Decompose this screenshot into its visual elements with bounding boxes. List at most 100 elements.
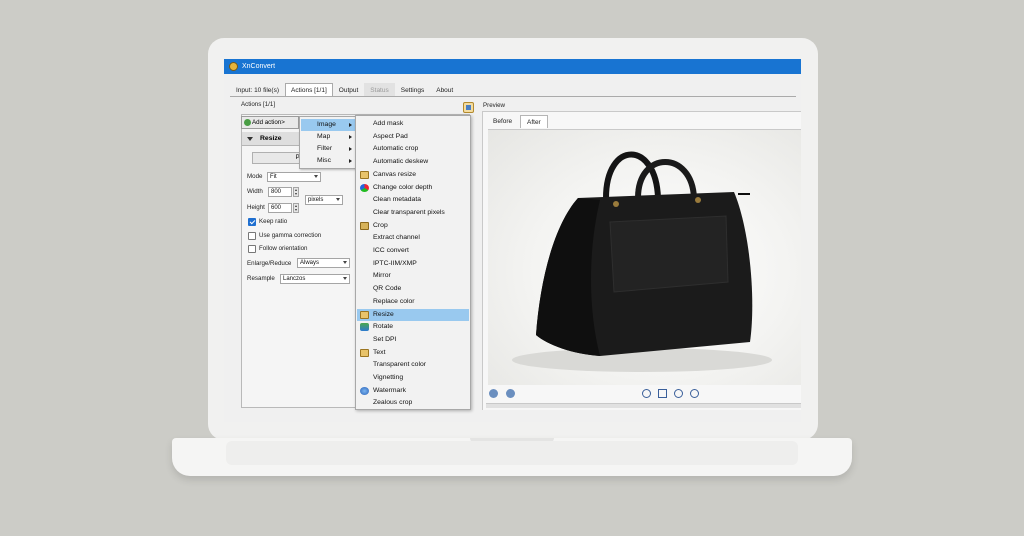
mode-value: Fit (270, 174, 277, 180)
submenu-item-clear-transparent-pixels[interactable]: Clear transparent pixels (357, 207, 469, 220)
unit-value: pixels (308, 197, 324, 203)
color-depth-icon (360, 183, 369, 192)
tab-divider (230, 96, 796, 97)
chevron-right-icon (349, 159, 352, 163)
tab-output[interactable]: Output (333, 83, 365, 97)
submenu-item-add-mask[interactable]: Add mask (357, 118, 469, 131)
image-submenu: Add mask Aspect Pad Automatic crop Autom… (355, 115, 471, 410)
keep-ratio-label: Keep ratio (259, 218, 288, 225)
chevron-right-icon (349, 135, 352, 139)
submenu-item-transparent-color[interactable]: Transparent color (357, 359, 469, 372)
submenu-item-rotate-label: Rotate (373, 323, 394, 331)
gamma-checkbox[interactable] (248, 232, 256, 240)
resample-select[interactable]: Lanczos (280, 274, 350, 284)
resize-action-title: Resize (260, 135, 282, 142)
submenu-item-crop-label: Crop (373, 221, 388, 229)
submenu-item-change-color-depth[interactable]: Change color depth (357, 182, 469, 195)
preview-tab-after[interactable]: After (520, 115, 548, 128)
fit-window-icon[interactable] (658, 389, 667, 398)
submenu-item-qr-code[interactable]: QR Code (357, 283, 469, 296)
submenu-item-resize[interactable]: Resize (357, 308, 469, 322)
menu-item-misc[interactable]: Misc (301, 155, 356, 167)
submenu-item-watermark[interactable]: Watermark (357, 385, 469, 398)
menu-item-filter[interactable]: Filter (301, 143, 356, 155)
title-bar: XnConvert (224, 59, 801, 74)
tab-about[interactable]: About (430, 83, 459, 97)
unit-select[interactable]: pixels (305, 195, 343, 205)
submenu-item-clean-metadata[interactable]: Clean metadata (357, 194, 469, 207)
tab-status[interactable]: Status (364, 83, 395, 97)
submenu-item-automatic-deskew[interactable]: Automatic deskew (357, 156, 469, 169)
keep-ratio-checkbox[interactable] (248, 218, 256, 226)
width-stepper[interactable] (293, 187, 299, 197)
tab-settings[interactable]: Settings (395, 83, 431, 97)
submenu-item-vignetting[interactable]: Vignetting (357, 372, 469, 385)
horizontal-scrollbar[interactable] (486, 403, 801, 408)
orientation-checkbox[interactable] (248, 245, 256, 253)
plus-icon (244, 119, 251, 126)
resize-icon (360, 310, 369, 319)
preview-tab-before[interactable]: Before (487, 115, 518, 128)
submenu-item-aspect-pad[interactable]: Aspect Pad (357, 131, 469, 144)
submenu-item-watermark-label: Watermark (373, 386, 406, 394)
preview-toolbar (486, 387, 801, 401)
enlarge-label: Enlarge/Reduce (247, 260, 292, 267)
arrow-left-icon[interactable] (489, 389, 498, 398)
chevron-down-icon (343, 261, 347, 264)
width-input[interactable]: 800 (268, 187, 292, 197)
mode-select[interactable]: Fit (267, 172, 321, 182)
height-input[interactable]: 600 (268, 203, 292, 213)
crop-icon (360, 221, 369, 230)
canvas-resize-icon (360, 170, 369, 179)
menu-item-image[interactable]: Image (301, 119, 356, 131)
enlarge-value: Always (300, 260, 320, 266)
rotate-icon (360, 323, 369, 332)
menu-item-image-label: Image (317, 121, 336, 128)
enlarge-select[interactable]: Always (297, 258, 350, 268)
height-stepper[interactable] (293, 203, 299, 213)
menu-item-filter-label: Filter (317, 145, 333, 152)
gamma-label: Use gamma correction (259, 232, 322, 239)
submenu-item-crop[interactable]: Crop (357, 220, 469, 233)
submenu-item-zealous-crop[interactable]: Zealous crop (357, 397, 469, 410)
chevron-down-icon (343, 277, 347, 280)
submenu-item-set-dpi[interactable]: Set DPI (357, 334, 469, 347)
tab-actions[interactable]: Actions [1/1] (285, 83, 333, 97)
submenu-item-change-color-depth-label: Change color depth (373, 183, 433, 191)
submenu-item-mirror[interactable]: Mirror (357, 270, 469, 283)
resample-label: Resample (247, 275, 275, 282)
collapse-icon[interactable] (247, 137, 253, 141)
main-tabs: Input: 10 file(s) Actions [1/1] Output S… (230, 83, 459, 97)
zoom-out-icon[interactable] (690, 389, 699, 398)
submenu-item-extract-channel[interactable]: Extract channel (357, 232, 469, 245)
preview-image (488, 129, 801, 385)
submenu-item-text[interactable]: Text (357, 347, 469, 360)
add-action-button[interactable]: Add action> (241, 116, 299, 129)
submenu-item-canvas-resize[interactable]: Canvas resize (357, 169, 469, 182)
menu-item-map[interactable]: Map (301, 131, 356, 143)
submenu-item-icc-convert[interactable]: ICC convert (357, 245, 469, 258)
actual-size-icon[interactable] (674, 389, 683, 398)
submenu-item-rotate[interactable]: Rotate (357, 321, 469, 334)
submenu-item-text-label: Text (373, 348, 386, 356)
preview-label: Preview (483, 102, 506, 109)
submenu-item-replace-color[interactable]: Replace color (357, 296, 469, 309)
submenu-item-automatic-crop[interactable]: Automatic crop (357, 143, 469, 156)
tab-input[interactable]: Input: 10 file(s) (230, 83, 285, 97)
window-title: XnConvert (242, 63, 276, 70)
add-action-menu: Image Map Filter Misc (299, 116, 357, 169)
watermark-icon (360, 386, 369, 395)
menu-item-misc-label: Misc (317, 157, 331, 164)
zoom-in-icon[interactable] (642, 389, 651, 398)
chevron-down-icon (336, 198, 340, 201)
handbag-photo (512, 151, 772, 372)
chevron-right-icon (349, 147, 352, 151)
chevron-down-icon (314, 175, 318, 178)
chevron-right-icon (349, 123, 352, 127)
panel-toggle-icon[interactable] (463, 102, 474, 113)
arrow-right-icon[interactable] (506, 389, 515, 398)
submenu-item-iptc-xmp[interactable]: IPTC-IIM/XMP (357, 258, 469, 271)
app-window: XnConvert Input: 10 file(s) Actions [1/1… (224, 59, 801, 422)
menu-item-map-label: Map (317, 133, 331, 140)
add-action-label: Add action> (252, 119, 285, 126)
